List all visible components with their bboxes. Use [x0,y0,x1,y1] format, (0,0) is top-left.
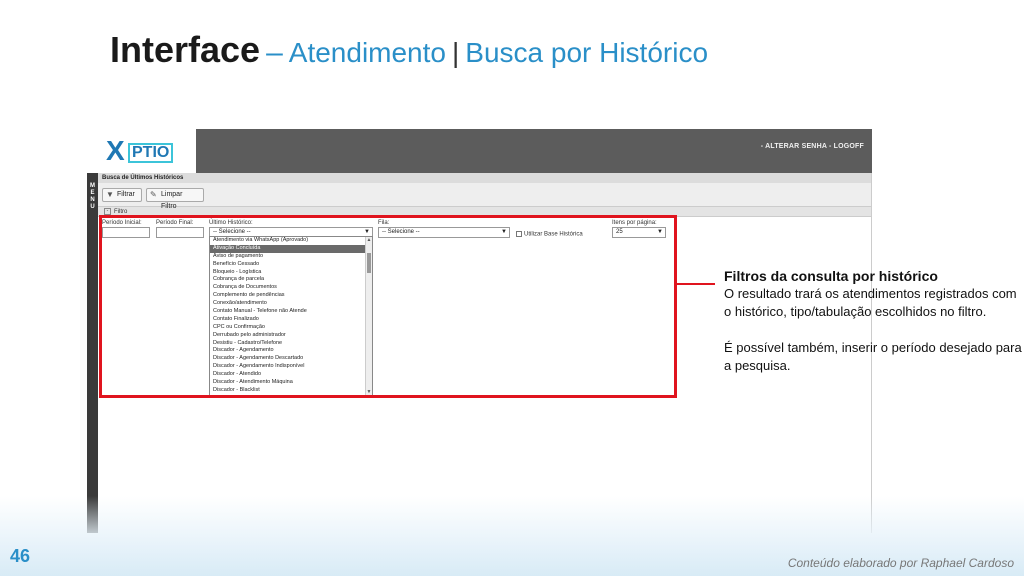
menu-letter: U [90,204,95,210]
page-number: 46 [10,546,31,566]
title-busca-historico: Busca por Histórico [465,37,709,68]
collapse-icon[interactable]: - [104,207,111,215]
slide-title: Interface – Atendimento | Busca por Históric… [110,26,708,82]
app-header: X PTIO - ALTERAR SENHA - LOGOFF [92,129,872,173]
header-links[interactable]: - ALTERAR SENHA - LOGOFF [761,143,864,150]
menu-letter: N [90,197,95,203]
callout-connector-line [677,283,715,285]
callout-paragraph-2: É possível também, inserir o período des… [724,340,1022,373]
header-bar: - ALTERAR SENHA - LOGOFF [196,129,872,173]
callout-paragraph-1: O resultado trará os atendimentos regist… [724,286,1017,319]
credit-text: Conteúdo elaborado por Raphael Cardoso [787,556,1014,570]
title-separator: | [451,37,460,68]
logo-ptio: PTIO [128,143,174,163]
clear-icon: ✎ [150,190,157,199]
menu-letter: E [90,190,95,196]
callout-text: Filtros da consulta por histórico O resu… [724,267,1024,375]
menu-letter: M [90,183,95,189]
filter-highlight-box [99,215,677,398]
filtrar-label: Filtrar [117,191,135,198]
logo-x: X [106,135,125,166]
title-main: Interface [110,29,261,70]
filtrar-button[interactable]: ▼ Filtrar [102,188,142,202]
side-menu-tab[interactable]: M E N U [87,173,98,533]
callout-title: Filtros da consulta por histórico [724,268,938,284]
xptio-logo[interactable]: X PTIO [106,137,176,165]
title-dash: – [266,36,283,69]
panel-title: Busca de Últimos Históricos [98,173,871,183]
filter-icon: ▼ [106,190,114,199]
title-atendimento: Atendimento [288,37,446,68]
limpar-filtro-button[interactable]: ✎ Limpar Filtro [146,188,204,210]
toolbar: ▼ Filtrar ✎ Limpar Filtro [98,183,871,210]
